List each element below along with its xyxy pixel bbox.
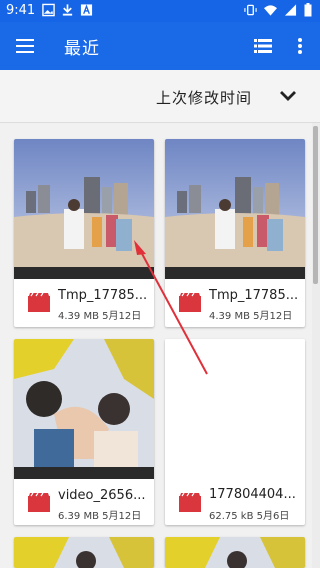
file-card[interactable]: Tmp_17785... 4.39 MB 5月12日 (14, 139, 154, 327)
file-size: 4.39 MB (209, 311, 250, 322)
list-view-icon[interactable] (254, 38, 272, 54)
scrollbar-thumb[interactable] (313, 126, 318, 284)
video-file-icon (28, 292, 50, 312)
app-a-icon (80, 4, 93, 16)
file-name: video_2656... (58, 488, 146, 503)
file-name: Tmp_17785... (58, 288, 148, 303)
file-info: 4.39 MB 5月12日 (58, 307, 141, 322)
video-thumbnail (165, 139, 305, 279)
file-meta: 177804404... 62.75 kB 5月6日 (165, 479, 305, 525)
file-card[interactable] (165, 537, 305, 568)
sort-bar: 上次修改时间 (0, 70, 320, 123)
chevron-down-icon[interactable] (278, 88, 298, 104)
file-card[interactable]: Tmp_17785... 4.39 MB 5月12日 (165, 139, 305, 327)
file-size: 4.39 MB (58, 311, 99, 322)
file-meta: video_2656... 6.39 MB 5月12日 (14, 479, 154, 525)
video-thumbnail (14, 339, 154, 479)
file-size: 6.39 MB (58, 511, 99, 522)
file-info: 6.39 MB 5月12日 (58, 507, 141, 522)
file-date: 5月12日 (102, 311, 142, 322)
video-thumbnail (14, 537, 154, 568)
file-date: 5月12日 (102, 511, 142, 522)
file-name: 177804404... (209, 487, 296, 502)
file-name: Tmp_17785... (209, 288, 299, 303)
video-thumbnail (165, 537, 305, 568)
video-file-icon (179, 492, 201, 512)
battery-icon (304, 3, 312, 17)
image-icon (42, 3, 55, 17)
vibrate-icon (244, 4, 257, 16)
notification-icons (42, 3, 93, 17)
file-info: 4.39 MB 5月12日 (209, 307, 292, 322)
system-icons (244, 3, 312, 17)
wifi-icon (264, 5, 277, 16)
page-title: 最近 (64, 39, 100, 59)
file-card[interactable] (14, 537, 154, 568)
status-bar: 9:41 (0, 0, 320, 22)
video-file-icon (179, 292, 201, 312)
file-info: 62.75 kB 5月6日 (209, 507, 289, 522)
file-meta: Tmp_17785... 4.39 MB 5月12日 (165, 279, 305, 327)
download-icon (62, 4, 73, 16)
file-date: 5月6日 (256, 511, 290, 522)
video-thumbnail (14, 139, 154, 279)
menu-icon[interactable] (15, 36, 35, 56)
file-grid: Tmp_17785... 4.39 MB 5月12日 Tmp_17785... … (0, 123, 312, 568)
app-bar: 最近 (0, 22, 320, 70)
file-size: 62.75 kB (209, 511, 254, 522)
file-card[interactable]: video_2656... 6.39 MB 5月12日 (14, 339, 154, 525)
status-time: 9:41 (6, 3, 36, 18)
video-thumbnail-blank (165, 339, 305, 479)
file-meta: Tmp_17785... 4.39 MB 5月12日 (14, 279, 154, 327)
video-file-icon (28, 492, 50, 512)
signal-icon (284, 4, 297, 16)
file-card[interactable]: 177804404... 62.75 kB 5月6日 (165, 339, 305, 525)
more-vert-icon[interactable] (296, 36, 304, 56)
file-date: 5月12日 (253, 311, 293, 322)
sort-label[interactable]: 上次修改时间 (156, 87, 252, 108)
